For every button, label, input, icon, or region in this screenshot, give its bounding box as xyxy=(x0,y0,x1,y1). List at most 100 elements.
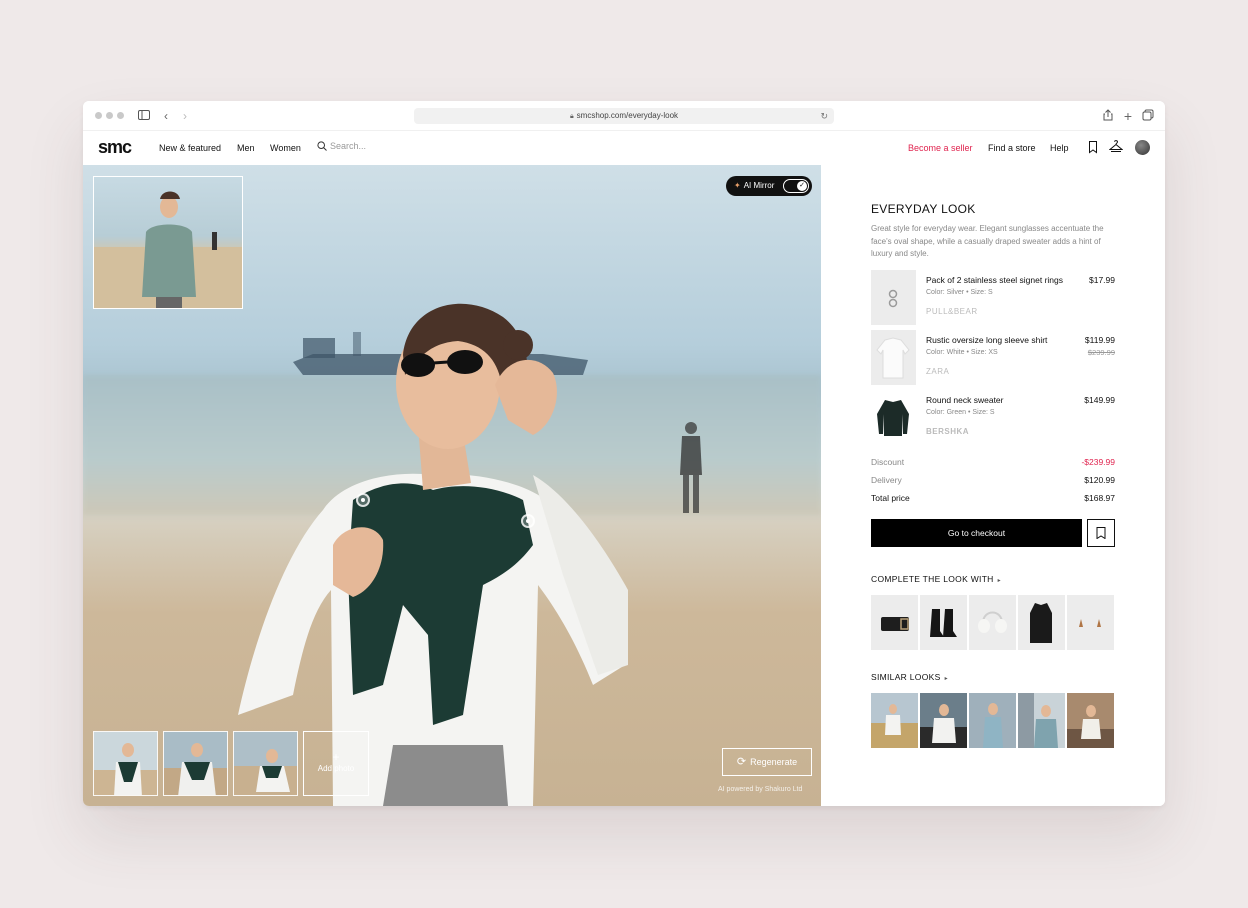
browser-toolbar: ‹ › 🔒︎ smcshop.com/everyday-look ↻ + xyxy=(83,101,1165,131)
chevron-right-icon[interactable]: › xyxy=(178,109,192,123)
reload-icon[interactable]: ↻ xyxy=(820,108,828,124)
delivery-row: Delivery $120.99 xyxy=(871,475,1115,485)
photo-thumbnail-3[interactable] xyxy=(233,731,298,796)
look-details-panel: EVERYDAY LOOK Great style for everyday w… xyxy=(821,165,1165,806)
bookmark-icon[interactable] xyxy=(1086,140,1100,154)
product-price: $149.99 xyxy=(1084,395,1115,405)
product-price: $17.99 xyxy=(1089,275,1115,285)
product-image-shirt xyxy=(871,330,916,385)
photo-thumbnail-1[interactable] xyxy=(93,731,158,796)
complete-look-heading[interactable]: COMPLETE THE LOOK WITH ▸ xyxy=(871,574,1001,584)
similar-look-4[interactable] xyxy=(1018,693,1065,748)
thumbnail-image xyxy=(164,732,227,795)
similar-look-2[interactable] xyxy=(920,693,967,748)
regenerate-button[interactable]: ⟳ Regenerate xyxy=(722,748,812,776)
find-store-link[interactable]: Find a store xyxy=(988,143,1036,153)
product-item[interactable]: Round neck sweater Color: Green • Size: … xyxy=(871,390,1115,445)
powered-by-text: AI powered by Shakuro Ltd xyxy=(718,786,803,793)
product-item[interactable]: Rustic oversize long sleeve shirt Color:… xyxy=(871,330,1115,385)
product-name[interactable]: Round neck sweater xyxy=(926,395,1004,405)
preview-image xyxy=(94,191,242,308)
site-header: smc New & featured Men Women Search... B… xyxy=(83,131,1165,165)
add-photo-label: Add photo xyxy=(317,764,355,773)
accessory-boots[interactable] xyxy=(920,595,967,650)
toggle-switch[interactable]: ✓ xyxy=(783,179,809,193)
save-look-button[interactable] xyxy=(1087,519,1115,547)
tabs-overview-icon[interactable] xyxy=(1141,109,1155,123)
product-meta: Color: Green • Size: S xyxy=(926,409,995,416)
help-link[interactable]: Help xyxy=(1050,143,1069,153)
total-row: Total price $168.97 xyxy=(871,493,1115,503)
add-photo-button[interactable]: + Add photo xyxy=(303,731,369,796)
product-name[interactable]: Rustic oversize long sleeve shirt xyxy=(926,335,1047,345)
discount-value: -$239.99 xyxy=(1081,457,1115,467)
product-hotspot-sweater[interactable] xyxy=(356,493,370,507)
chevron-left-icon[interactable]: ‹ xyxy=(159,109,173,123)
sidebar-icon[interactable] xyxy=(137,109,151,123)
window-close-dot[interactable] xyxy=(95,112,102,119)
bookmark-icon xyxy=(1096,527,1106,539)
similar-look-1[interactable] xyxy=(871,693,918,748)
share-icon[interactable] xyxy=(1101,109,1115,123)
nav-new-featured[interactable]: New & featured xyxy=(159,143,221,153)
lock-icon: 🔒︎ xyxy=(569,113,574,120)
ai-mirror-label: AI Mirror xyxy=(743,181,775,190)
product-meta: Color: Silver • Size: S xyxy=(926,289,993,296)
become-seller-link[interactable]: Become a seller xyxy=(908,143,973,153)
complete-look-title: COMPLETE THE LOOK WITH xyxy=(871,574,994,584)
product-image-rings xyxy=(871,270,916,325)
similar-looks-heading[interactable]: SIMILAR LOOKS ▸ xyxy=(871,672,948,682)
accessory-coat[interactable] xyxy=(1018,595,1065,650)
refresh-icon: ⟳ xyxy=(736,756,747,768)
accessory-belt[interactable] xyxy=(871,595,918,650)
product-item[interactable]: Pack of 2 stainless steel signet rings C… xyxy=(871,270,1115,325)
arrow-right-icon: ▸ xyxy=(944,676,948,682)
product-name[interactable]: Pack of 2 stainless steel signet rings xyxy=(926,275,1063,285)
nav-women[interactable]: Women xyxy=(270,143,301,153)
similar-look-5[interactable] xyxy=(1067,693,1114,748)
product-meta: Color: White • Size: XS xyxy=(926,349,998,356)
window-minimize-dot[interactable] xyxy=(106,112,113,119)
total-label: Total price xyxy=(871,493,910,503)
total-value: $168.97 xyxy=(1084,493,1115,503)
thumbnail-image xyxy=(94,732,157,795)
regenerate-label: Regenerate xyxy=(750,757,798,767)
ai-mirror-toggle[interactable]: ✦ AI Mirror ✓ xyxy=(726,176,812,196)
url-text: smcshop.com/everyday-look xyxy=(576,111,679,120)
discount-row: Discount -$239.99 xyxy=(871,457,1115,467)
arrow-right-icon: ▸ xyxy=(997,578,1001,584)
search-icon xyxy=(317,141,327,151)
product-hotspot-shirt[interactable] xyxy=(521,514,535,528)
look-title: EVERYDAY LOOK xyxy=(871,202,976,216)
product-brand: ZARA xyxy=(926,367,950,376)
background-person xyxy=(680,422,702,513)
product-price: $119.99 xyxy=(1084,335,1115,345)
accessory-earrings[interactable] xyxy=(1067,595,1114,650)
search-field[interactable]: Search... xyxy=(317,141,366,151)
search-placeholder: Search... xyxy=(330,141,367,151)
product-old-price: $239.99 xyxy=(1087,348,1115,357)
sparkle-icon: ✦ xyxy=(734,181,741,190)
product-brand: PULL&BEAR xyxy=(926,307,978,316)
check-icon: ✓ xyxy=(797,181,807,191)
accessory-earmuffs[interactable] xyxy=(969,595,1016,650)
address-bar[interactable]: 🔒︎ smcshop.com/everyday-look ↻ xyxy=(414,108,834,124)
photo-thumbnail-2[interactable] xyxy=(163,731,228,796)
window-zoom-dot[interactable] xyxy=(117,112,124,119)
similar-look-3[interactable] xyxy=(969,693,1016,748)
new-tab-icon[interactable]: + xyxy=(1121,109,1135,123)
original-photo-preview[interactable] xyxy=(93,176,243,309)
model-figure xyxy=(238,303,628,806)
similar-looks-title: SIMILAR LOOKS xyxy=(871,672,941,682)
checkout-button[interactable]: Go to checkout xyxy=(871,519,1082,547)
look-description: Great style for everyday wear. Elegant s… xyxy=(871,224,1104,258)
browser-window: ‹ › 🔒︎ smcshop.com/everyday-look ↻ + smc … xyxy=(83,101,1165,806)
discount-label: Discount xyxy=(871,457,905,467)
hanger-icon[interactable] xyxy=(1109,140,1123,154)
delivery-label: Delivery xyxy=(871,475,902,485)
user-avatar[interactable] xyxy=(1135,140,1150,155)
plus-icon: + xyxy=(332,750,340,764)
logo[interactable]: smc xyxy=(98,137,132,158)
nav-men[interactable]: Men xyxy=(237,143,255,153)
thumbnail-image xyxy=(234,732,297,795)
